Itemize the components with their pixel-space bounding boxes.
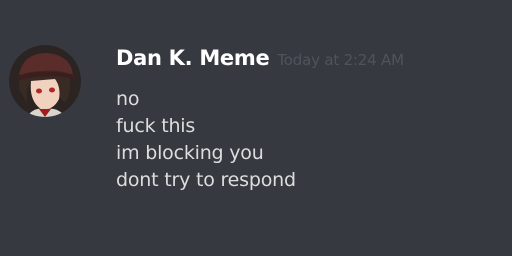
avatar-character-icon xyxy=(9,45,81,117)
message-line: fuck this xyxy=(116,115,196,137)
chat-message-group: Dan K. Meme Today at 2:24 AM no fuck thi… xyxy=(0,0,512,256)
message-header: Dan K. Meme Today at 2:24 AM xyxy=(116,46,506,80)
message-lines: no fuck this im blocking you dont try to… xyxy=(116,86,506,194)
author-username[interactable]: Dan K. Meme xyxy=(116,46,270,70)
user-avatar[interactable] xyxy=(9,45,81,117)
message-line: no xyxy=(116,88,140,110)
message-line: im blocking you xyxy=(116,142,264,164)
message-body: Dan K. Meme Today at 2:24 AM no fuck thi… xyxy=(116,46,506,194)
message-line: dont try to respond xyxy=(116,169,296,191)
message-timestamp: Today at 2:24 AM xyxy=(277,51,404,69)
